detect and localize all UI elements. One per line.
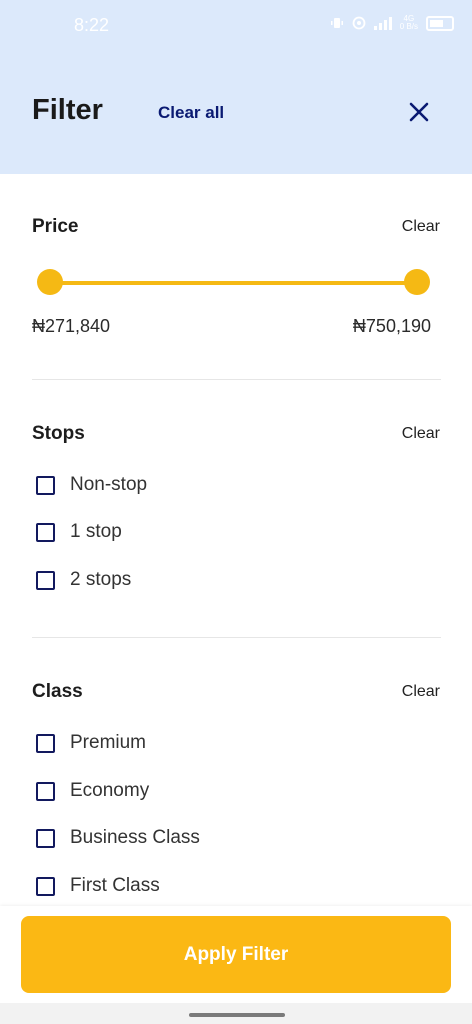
- class-option-economy[interactable]: Economy: [36, 780, 149, 802]
- stops-option-2-stops[interactable]: 2 stops: [36, 569, 131, 591]
- option-label: Premium: [70, 732, 147, 753]
- status-icons: 4G 0 B/s: [330, 15, 454, 31]
- checkbox[interactable]: [36, 522, 55, 542]
- stops-clear-button[interactable]: Clear: [402, 425, 440, 443]
- class-clear-button[interactable]: Clear: [402, 683, 440, 701]
- checkbox[interactable]: [36, 733, 55, 753]
- price-min-handle[interactable]: [37, 269, 63, 295]
- class-option-business[interactable]: Business Class: [36, 827, 200, 849]
- price-min-value: ₦271,840: [32, 316, 111, 336]
- option-label: Economy: [70, 780, 150, 801]
- class-option-premium[interactable]: Premium: [36, 732, 146, 754]
- hotspot-icon: [352, 16, 366, 30]
- stops-option-1-stop[interactable]: 1 stop: [36, 521, 122, 543]
- price-max-handle[interactable]: [404, 269, 430, 295]
- option-label: 1 stop: [70, 521, 122, 542]
- stops-title: Stops: [32, 423, 85, 444]
- price-clear-button[interactable]: Clear: [402, 218, 440, 236]
- close-icon[interactable]: [405, 98, 433, 126]
- checkbox[interactable]: [36, 876, 55, 896]
- option-label: 2 stops: [70, 569, 132, 590]
- home-indicator[interactable]: [189, 1013, 285, 1017]
- option-label: Business Class: [70, 827, 200, 848]
- checkbox[interactable]: [36, 570, 55, 590]
- divider: [32, 637, 441, 638]
- class-option-first[interactable]: First Class: [36, 875, 160, 897]
- option-label: First Class: [70, 875, 160, 896]
- page-title: Filter: [32, 94, 103, 126]
- price-slider-track[interactable]: [50, 281, 417, 285]
- network-speed: 4G 0 B/s: [399, 14, 418, 31]
- apply-filter-button[interactable]: Apply Filter: [21, 916, 451, 993]
- signal-icon: [373, 16, 392, 30]
- status-time: 8:22: [74, 15, 110, 35]
- option-label: Non-stop: [70, 474, 148, 495]
- divider: [32, 379, 441, 380]
- checkbox[interactable]: [36, 475, 55, 495]
- clear-all-button[interactable]: Clear all: [158, 103, 224, 123]
- checkbox[interactable]: [36, 828, 55, 848]
- price-max-value: ₦750,190: [352, 316, 431, 336]
- class-title: Class: [32, 681, 83, 702]
- status-bar: 8:22 4G 0 B/s: [0, 0, 472, 52]
- vibrate-icon: [330, 18, 343, 28]
- checkbox[interactable]: [36, 781, 55, 801]
- battery-icon: [426, 15, 454, 31]
- stops-option-non-stop[interactable]: Non-stop: [36, 474, 147, 496]
- price-title: Price: [32, 216, 79, 237]
